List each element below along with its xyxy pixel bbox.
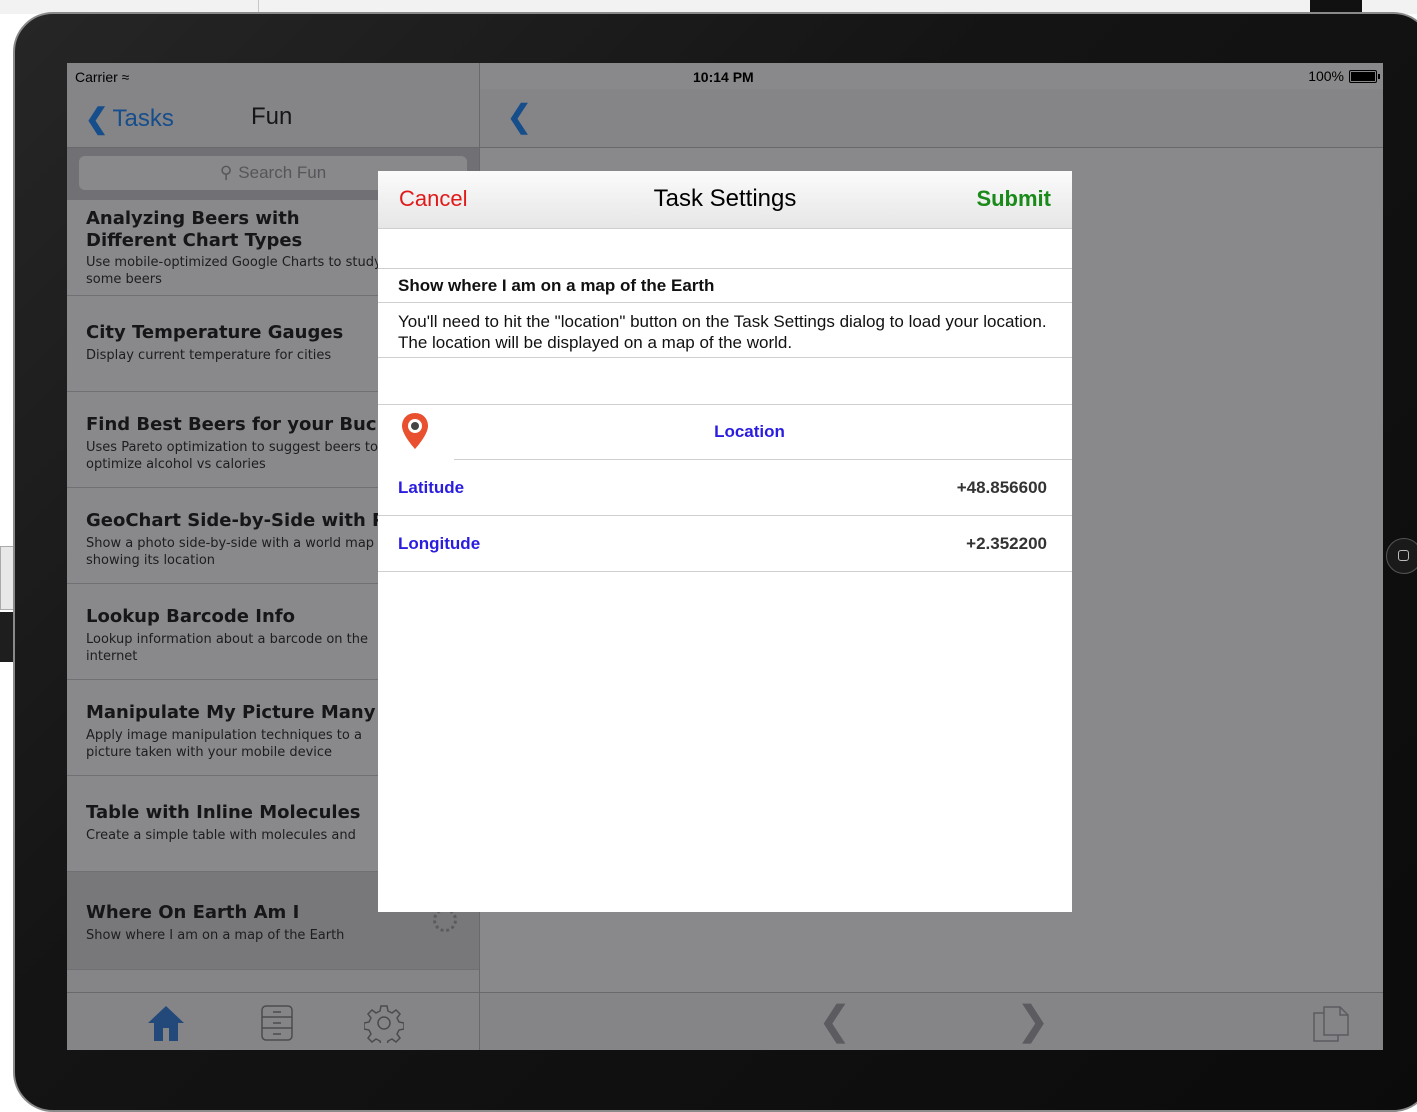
list-item-desc: Show where I am on a map of the Earth bbox=[86, 928, 345, 943]
divider bbox=[378, 357, 1072, 358]
list-item-desc: Display current temperature for cities bbox=[86, 348, 332, 363]
carrier-label: Carrier ≈ bbox=[75, 69, 130, 85]
divider bbox=[454, 459, 1072, 460]
search-placeholder: Search Fun bbox=[238, 163, 327, 182]
home-icon[interactable] bbox=[146, 1003, 186, 1043]
detail-toolbar: ❮ ❯ bbox=[480, 992, 1383, 1050]
list-item-desc: Lookup information about a barcode on th… bbox=[86, 632, 368, 664]
forward-arrow-icon[interactable]: ❯ bbox=[1016, 999, 1050, 1043]
task-description: You'll need to hit the "location" button… bbox=[398, 312, 1047, 352]
settings-icon[interactable] bbox=[363, 1003, 405, 1047]
list-item-desc: Create a simple table with molecules and bbox=[86, 828, 356, 843]
dialog-title: Task Settings bbox=[653, 185, 797, 212]
battery-percent: 100% bbox=[1308, 68, 1344, 84]
divider bbox=[378, 404, 1072, 405]
cancel-button[interactable]: Cancel bbox=[399, 186, 467, 212]
back-button-label: Tasks bbox=[112, 104, 174, 132]
detail-navbar: ❮ bbox=[480, 89, 1383, 148]
divider bbox=[378, 571, 1072, 572]
list-item-desc: Show a photo side-by-side with a world m… bbox=[86, 536, 375, 568]
divider bbox=[378, 302, 1072, 303]
battery-icon bbox=[1349, 69, 1380, 83]
home-button[interactable] bbox=[1386, 538, 1417, 574]
longitude-label: Longitude bbox=[398, 534, 481, 553]
divider bbox=[378, 268, 1072, 269]
latitude-label: Latitude bbox=[398, 478, 465, 497]
chevron-left-icon: ❮ bbox=[85, 103, 109, 134]
divider bbox=[378, 515, 1072, 516]
copy-icon[interactable] bbox=[1310, 1001, 1352, 1050]
search-icon: ⚲ bbox=[219, 163, 233, 182]
location-button[interactable]: Location bbox=[378, 422, 1121, 442]
section-title: Show where I am on a map of the Earth bbox=[398, 276, 715, 295]
list-icon[interactable] bbox=[257, 1003, 297, 1043]
chevron-left-icon[interactable]: ❮ bbox=[506, 97, 533, 135]
status-bar: Carrier ≈ 10:14 PM 100% bbox=[67, 63, 1383, 89]
status-time: 10:14 PM bbox=[693, 69, 754, 85]
master-title: Fun bbox=[251, 103, 293, 130]
back-button[interactable]: ❮ Tasks bbox=[85, 102, 174, 135]
list-item-title: Analyzing Beers with Different Chart Typ… bbox=[86, 208, 303, 251]
longitude-value[interactable]: +2.352200 bbox=[966, 534, 1047, 554]
list-item-desc: Use mobile-optimized Google Charts to st… bbox=[86, 255, 382, 287]
master-navbar: ❮ Tasks Fun bbox=[67, 89, 479, 148]
list-item-desc: Apply image manipulation techniques to a… bbox=[86, 728, 362, 760]
latitude-value[interactable]: +48.856600 bbox=[957, 478, 1047, 498]
submit-button[interactable]: Submit bbox=[976, 186, 1051, 212]
battery-indicator: 100% bbox=[1308, 68, 1380, 84]
master-tab-bar bbox=[67, 992, 479, 1050]
dialog-header: Task Settings Cancel Submit bbox=[378, 171, 1072, 229]
task-settings-dialog: Task Settings Cancel Submit Show where I… bbox=[378, 171, 1072, 912]
wifi-icon: ≈ bbox=[121, 69, 130, 85]
list-item-desc: Uses Pareto optimization to suggest beer… bbox=[86, 440, 378, 472]
back-arrow-icon[interactable]: ❮ bbox=[818, 999, 852, 1043]
